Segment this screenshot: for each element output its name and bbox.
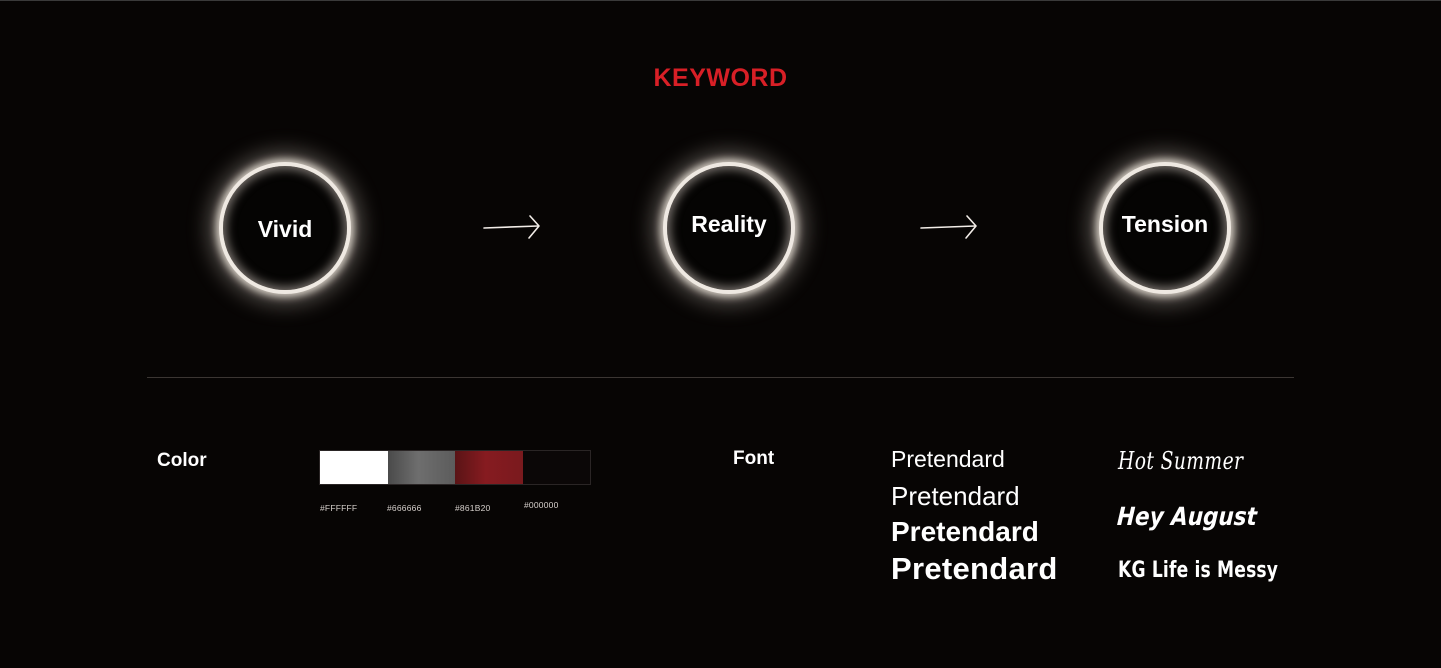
- arrow-right-icon: [483, 215, 540, 239]
- font-sample-life-is-messy: KG Life is Messy: [1118, 558, 1279, 583]
- keyword-ring-reality: Reality: [663, 162, 795, 294]
- hex-code: #FFFFFF: [320, 503, 358, 513]
- swatch-black: [522, 451, 590, 484]
- keyword-label: Reality: [691, 210, 767, 237]
- font-sample-hey-august: Hey August: [1116, 502, 1258, 531]
- keyword-ring-vivid: Vivid: [219, 162, 351, 294]
- hex-code: #666666: [387, 503, 422, 513]
- color-palette: [319, 450, 591, 485]
- swatch-white: [320, 451, 388, 484]
- font-sample-medium: Pretendard: [891, 481, 1020, 511]
- keyword-label: Vivid: [257, 215, 313, 242]
- color-label: Color: [157, 450, 207, 471]
- keyword-ring-tension: Tension: [1099, 162, 1231, 294]
- hex-code: #000000: [524, 500, 559, 510]
- hex-code: #861B20: [455, 503, 491, 513]
- font-sample-semibold: Pretendard: [891, 516, 1039, 547]
- font-sample-bold: Pretendard: [891, 551, 1058, 586]
- swatch-red: [455, 451, 523, 484]
- top-border: [0, 0, 1441, 1]
- keyword-label: Tension: [1121, 210, 1209, 237]
- font-sample-regular: Pretendard: [891, 446, 1005, 472]
- font-label: Font: [733, 448, 775, 469]
- divider: [147, 377, 1294, 378]
- swatch-gray: [387, 451, 455, 484]
- arrow-right-icon: [920, 215, 977, 239]
- section-title: KEYWORD: [653, 64, 788, 92]
- font-sample-hot-summer: Hot Summer: [1118, 447, 1244, 475]
